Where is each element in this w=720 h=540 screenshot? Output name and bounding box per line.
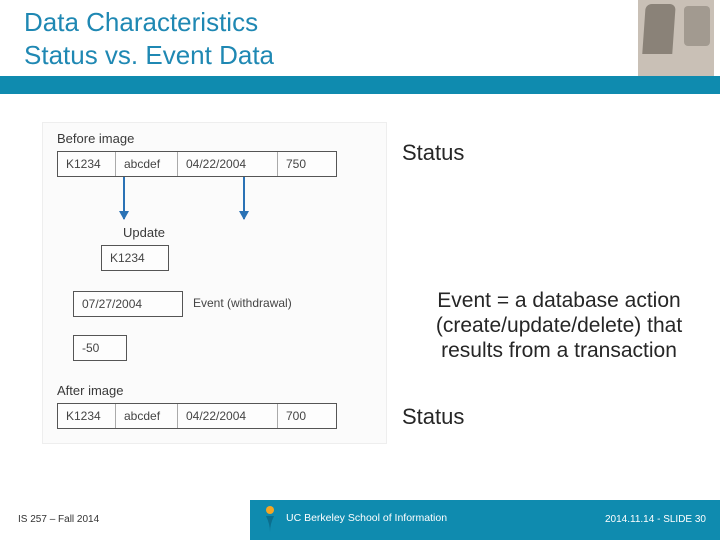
- before-c3: 04/22/2004: [178, 152, 278, 176]
- event-definition: Event = a database action (create/update…: [434, 288, 684, 364]
- event-label: Event (withdrawal): [193, 296, 292, 310]
- after-c4: 700: [278, 404, 334, 428]
- title-line-1: Data Characteristics: [24, 6, 274, 39]
- footer-org: UC Berkeley School of Information: [286, 512, 447, 524]
- content-area: Before image K1234 abcdef 04/22/2004 750…: [34, 112, 682, 512]
- after-row: K1234 abcdef 04/22/2004 700: [57, 403, 337, 429]
- update-row: K1234: [101, 245, 169, 271]
- after-label: After image: [57, 383, 123, 398]
- after-c1: K1234: [58, 404, 116, 428]
- update-cell: K1234: [102, 246, 168, 270]
- event-date-row: 07/27/2004: [73, 291, 183, 317]
- update-label: Update: [123, 225, 165, 240]
- before-c4: 750: [278, 152, 334, 176]
- after-c3: 04/22/2004: [178, 404, 278, 428]
- slide: Data Characteristics Status vs. Event Da…: [0, 0, 720, 540]
- event-amount: -50: [74, 336, 126, 360]
- title-line-2: Status vs. Event Data: [24, 39, 274, 72]
- before-row: K1234 abcdef 04/22/2004 750: [57, 151, 337, 177]
- after-c2: abcdef: [116, 404, 178, 428]
- header: Data Characteristics Status vs. Event Da…: [0, 0, 720, 76]
- footer-left: IS 257 – Fall 2014: [18, 514, 99, 525]
- logo-icon: [260, 504, 280, 532]
- before-c1: K1234: [58, 152, 116, 176]
- event-amount-row: -50: [73, 335, 127, 361]
- before-label: Before image: [57, 131, 134, 146]
- status-label-2: Status: [402, 404, 464, 430]
- header-photo: [638, 0, 714, 76]
- before-c2: abcdef: [116, 152, 178, 176]
- footer: IS 257 – Fall 2014 UC Berkeley School of…: [0, 500, 720, 540]
- status-label-1: Status: [402, 140, 464, 166]
- diagram: Before image K1234 abcdef 04/22/2004 750…: [42, 122, 387, 444]
- event-date: 07/27/2004: [74, 292, 182, 316]
- arrow-1a: [123, 177, 125, 219]
- footer-right: 2014.11.14 - SLIDE 30: [605, 514, 706, 525]
- arrow-1b: [243, 177, 245, 219]
- header-accent-strip: [0, 76, 720, 94]
- title-block: Data Characteristics Status vs. Event Da…: [24, 6, 274, 71]
- footer-logo: UC Berkeley School of Information: [260, 504, 447, 532]
